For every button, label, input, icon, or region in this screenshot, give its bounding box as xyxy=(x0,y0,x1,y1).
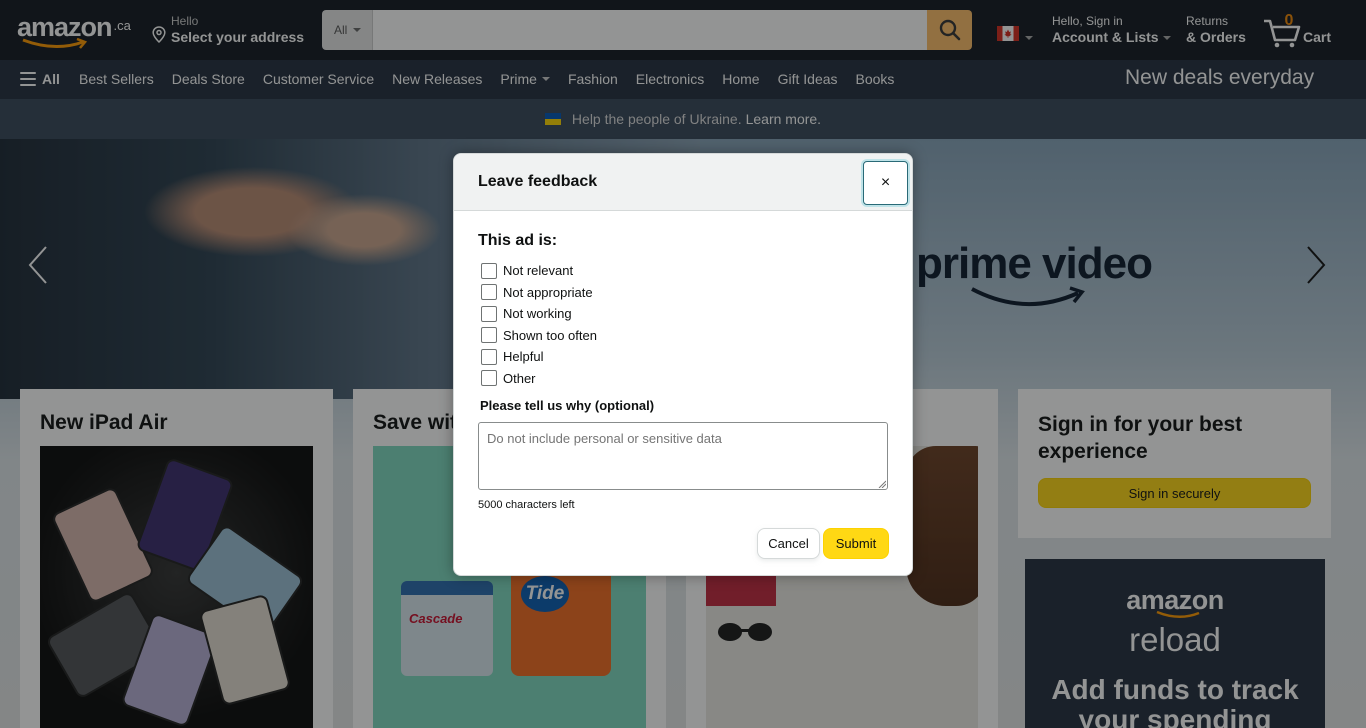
checkbox[interactable] xyxy=(481,327,497,344)
cancel-button[interactable]: Cancel xyxy=(757,528,820,559)
option-label: Shown too often xyxy=(503,327,597,343)
option-label: Helpful xyxy=(503,349,544,365)
checkbox[interactable] xyxy=(481,305,497,322)
option-label: Not relevant xyxy=(503,263,574,279)
modal-title: Leave feedback xyxy=(478,173,598,190)
feedback-textarea[interactable] xyxy=(478,422,888,490)
checkbox[interactable] xyxy=(481,348,497,365)
option-not-relevant[interactable]: Not relevant xyxy=(481,260,597,282)
checkbox[interactable] xyxy=(481,370,497,387)
why-label: Please tell us why (optional) xyxy=(480,398,655,413)
option-not-appropriate[interactable]: Not appropriate xyxy=(481,282,597,304)
feedback-options: Not relevant Not appropriate Not working… xyxy=(481,260,597,389)
submit-button[interactable]: Submit xyxy=(823,528,889,559)
option-label: Not working xyxy=(503,306,572,322)
modal-header: Leave feedback × xyxy=(454,154,912,211)
checkbox[interactable] xyxy=(481,262,497,279)
feedback-question: This ad is: xyxy=(478,232,558,249)
option-label: Not appropriate xyxy=(503,284,593,300)
resize-grip-icon[interactable] xyxy=(878,480,886,488)
option-not-working[interactable]: Not working xyxy=(481,303,597,325)
option-helpful[interactable]: Helpful xyxy=(481,346,597,368)
close-button[interactable]: × xyxy=(863,161,908,205)
characters-left: 5000 characters left xyxy=(478,499,575,511)
option-label: Other xyxy=(503,370,536,386)
option-shown-too-often[interactable]: Shown too often xyxy=(481,325,597,347)
feedback-modal: Leave feedback × This ad is: Not relevan… xyxy=(453,153,913,576)
checkbox[interactable] xyxy=(481,284,497,301)
option-other[interactable]: Other xyxy=(481,368,597,390)
